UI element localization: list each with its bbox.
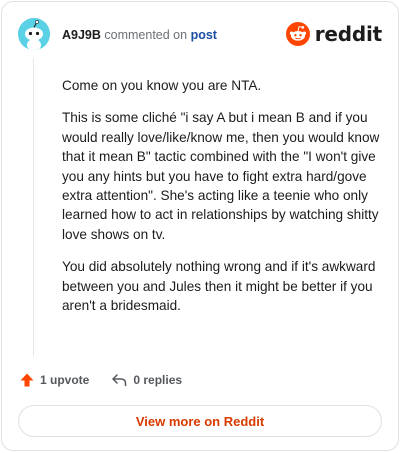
comment-actions: 1 upvote 0 replies xyxy=(19,372,204,388)
reply-arrow-icon xyxy=(112,374,127,387)
thread-line xyxy=(33,58,34,356)
replies-button[interactable]: 0 replies xyxy=(111,372,182,388)
comment-body: Come on you know you are NTA. This is so… xyxy=(62,76,380,328)
username-link[interactable]: A9J9B xyxy=(62,28,101,42)
comment-header: A9J9B commented on post xyxy=(62,27,217,43)
comment-paragraph: Come on you know you are NTA. xyxy=(62,78,262,93)
reddit-snoo-icon xyxy=(285,22,310,46)
reddit-logo[interactable]: reddit xyxy=(285,22,382,46)
upvote-count: 1 upvote xyxy=(40,373,90,387)
post-link[interactable]: post xyxy=(191,28,217,42)
view-more-button[interactable]: View more on Reddit xyxy=(18,405,382,437)
snoo-avatar-icon[interactable] xyxy=(18,18,50,50)
commented-on-text: commented on xyxy=(104,28,188,42)
replies-count: 0 replies xyxy=(133,373,183,387)
upvote-button[interactable]: 1 upvote xyxy=(19,372,89,388)
comment-paragraph: You did absolutely nothing wrong and if … xyxy=(62,259,376,314)
reddit-wordmark: reddit xyxy=(314,22,382,46)
embedded-comment-card: A9J9B commented on post reddit Come on y… xyxy=(1,1,399,451)
upvote-arrow-icon xyxy=(20,373,34,387)
comment-paragraph: This is some cliché "i say A but i mean … xyxy=(62,110,380,242)
